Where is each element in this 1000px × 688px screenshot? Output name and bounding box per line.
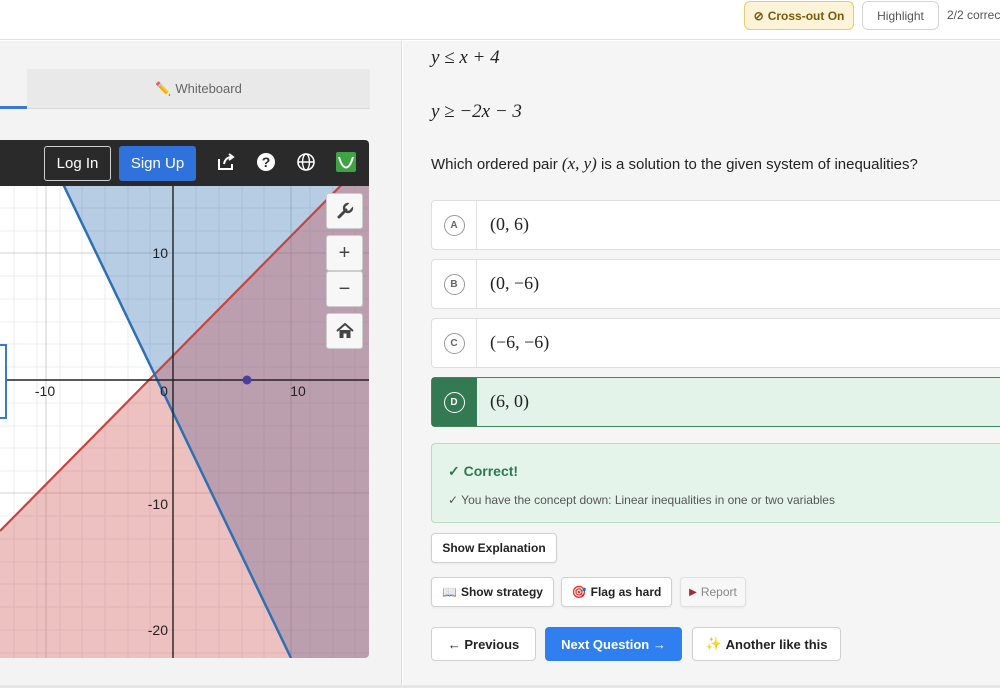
graphing-calculator: Log In Sign Up ? -10 0 10 10 -10 -20 + −	[0, 140, 369, 658]
help-icon[interactable]: ?	[255, 151, 277, 173]
answer-option-a[interactable]: A (0, 6)	[431, 200, 1000, 250]
home-icon	[335, 323, 354, 338]
option-text: (0, 6)	[490, 214, 529, 234]
previous-button[interactable]: ← Previous	[431, 627, 536, 661]
option-letter-badge: A	[443, 214, 465, 236]
axis-label-x-neg: -10	[35, 383, 55, 399]
another-like-this-button[interactable]: ✨ Another like this	[692, 627, 841, 661]
option-text: (−6, −6)	[490, 332, 550, 352]
crossout-label: Cross-out On	[767, 8, 845, 23]
book-icon: 📖	[442, 585, 457, 599]
question-prompt-math: (x, y)	[561, 154, 597, 173]
inequality-1: y ≤ x + 4	[431, 47, 500, 68]
axis-label-y-neg20: -20	[148, 622, 168, 638]
axis-label-y-pos: 10	[152, 245, 168, 261]
feedback-box: ✓ Correct! ✓ You have the concept down: …	[431, 443, 1000, 523]
expression-list-edge[interactable]	[0, 344, 7, 419]
tool-panel: ✏️ Whiteboard Log In Sign Up ? -10 0 10 …	[0, 41, 402, 688]
graph-canvas: -10 0 10 10 -10 -20	[0, 155, 369, 658]
pencil-icon: ✏️	[155, 80, 172, 96]
answer-option-d[interactable]: D (6, 0)	[431, 377, 1000, 427]
highlight-button[interactable]: Highlight	[862, 1, 939, 30]
option-letter-cell: D	[432, 378, 477, 426]
score-counter: 2/2 correct	[947, 8, 1000, 22]
option-text: (6, 0)	[490, 391, 529, 411]
show-explanation-button[interactable]: Show Explanation	[431, 533, 557, 563]
option-letter-badge: B	[443, 273, 465, 295]
option-letter-badge: C	[443, 332, 465, 354]
calculator-toolbar: Log In Sign Up ?	[0, 140, 369, 186]
report-button[interactable]: ▶ Report	[680, 577, 746, 607]
tab-whiteboard[interactable]: ✏️ Whiteboard	[27, 69, 370, 109]
option-letter-cell: C	[432, 319, 477, 367]
top-bar: ⊘ Cross-out On Highlight 2/2 correct	[0, 0, 1000, 40]
language-icon[interactable]	[295, 151, 317, 173]
login-button[interactable]: Log In	[44, 146, 111, 181]
flag-hard-button[interactable]: 🎯 Flag as hard	[561, 577, 672, 607]
show-strategy-label: Show strategy	[460, 585, 543, 599]
share-icon[interactable]	[215, 151, 237, 173]
show-strategy-button[interactable]: 📖 Show strategy	[431, 577, 554, 607]
zoom-in-button[interactable]: +	[326, 235, 363, 271]
graph-area[interactable]: -10 0 10 10 -10 -20 + −	[0, 155, 369, 658]
sparkle-icon: ✨	[705, 636, 722, 651]
active-tab-indicator[interactable]	[0, 106, 27, 109]
report-label: Report	[700, 585, 737, 599]
another-like-this-label: Another like this	[725, 636, 828, 652]
question-prompt-after: is a solution to the given system of ine…	[596, 156, 918, 173]
plotted-point	[242, 375, 252, 385]
answer-option-c[interactable]: C (−6, −6)	[431, 318, 1000, 368]
question-prompt-before: Which ordered pair	[431, 156, 562, 173]
feedback-detail: ✓ You have the concept down: Linear ineq…	[448, 493, 835, 507]
axis-label-origin: 0	[160, 383, 168, 399]
svg-text:?: ?	[262, 154, 271, 170]
crossout-icon: ⊘	[753, 8, 764, 23]
tab-whiteboard-label: Whiteboard	[175, 81, 242, 96]
next-question-button[interactable]: Next Question →	[545, 627, 682, 661]
question-prompt: Which ordered pair (x, y) is a solution …	[431, 154, 918, 174]
flag-icon: ▶	[689, 586, 697, 598]
option-text: (0, −6)	[490, 273, 540, 293]
axis-label-y-neg10: -10	[148, 496, 168, 512]
desmos-logo-icon[interactable]	[335, 151, 357, 173]
zoom-out-button[interactable]: −	[326, 271, 363, 307]
graph-settings-button[interactable]	[326, 193, 363, 229]
default-viewport-button[interactable]	[326, 313, 363, 349]
signup-button[interactable]: Sign Up	[119, 146, 196, 181]
question-panel: y ≤ x + 4 y ≥ −2x − 3 Which ordered pair…	[403, 41, 1000, 688]
axis-label-x-pos: 10	[290, 383, 306, 399]
option-letter-cell: A	[432, 201, 477, 249]
target-icon: 🎯	[571, 585, 587, 599]
inequality-2: y ≥ −2x − 3	[431, 101, 522, 122]
flag-hard-label: Flag as hard	[590, 585, 662, 599]
option-letter-cell: B	[432, 260, 477, 308]
answer-option-b[interactable]: B (0, −6)	[431, 259, 1000, 309]
crossout-toggle-button[interactable]: ⊘ Cross-out On	[744, 1, 854, 30]
option-letter-badge: D	[443, 391, 465, 413]
feedback-title: ✓ Correct!	[448, 463, 519, 479]
wrench-icon	[337, 202, 354, 219]
